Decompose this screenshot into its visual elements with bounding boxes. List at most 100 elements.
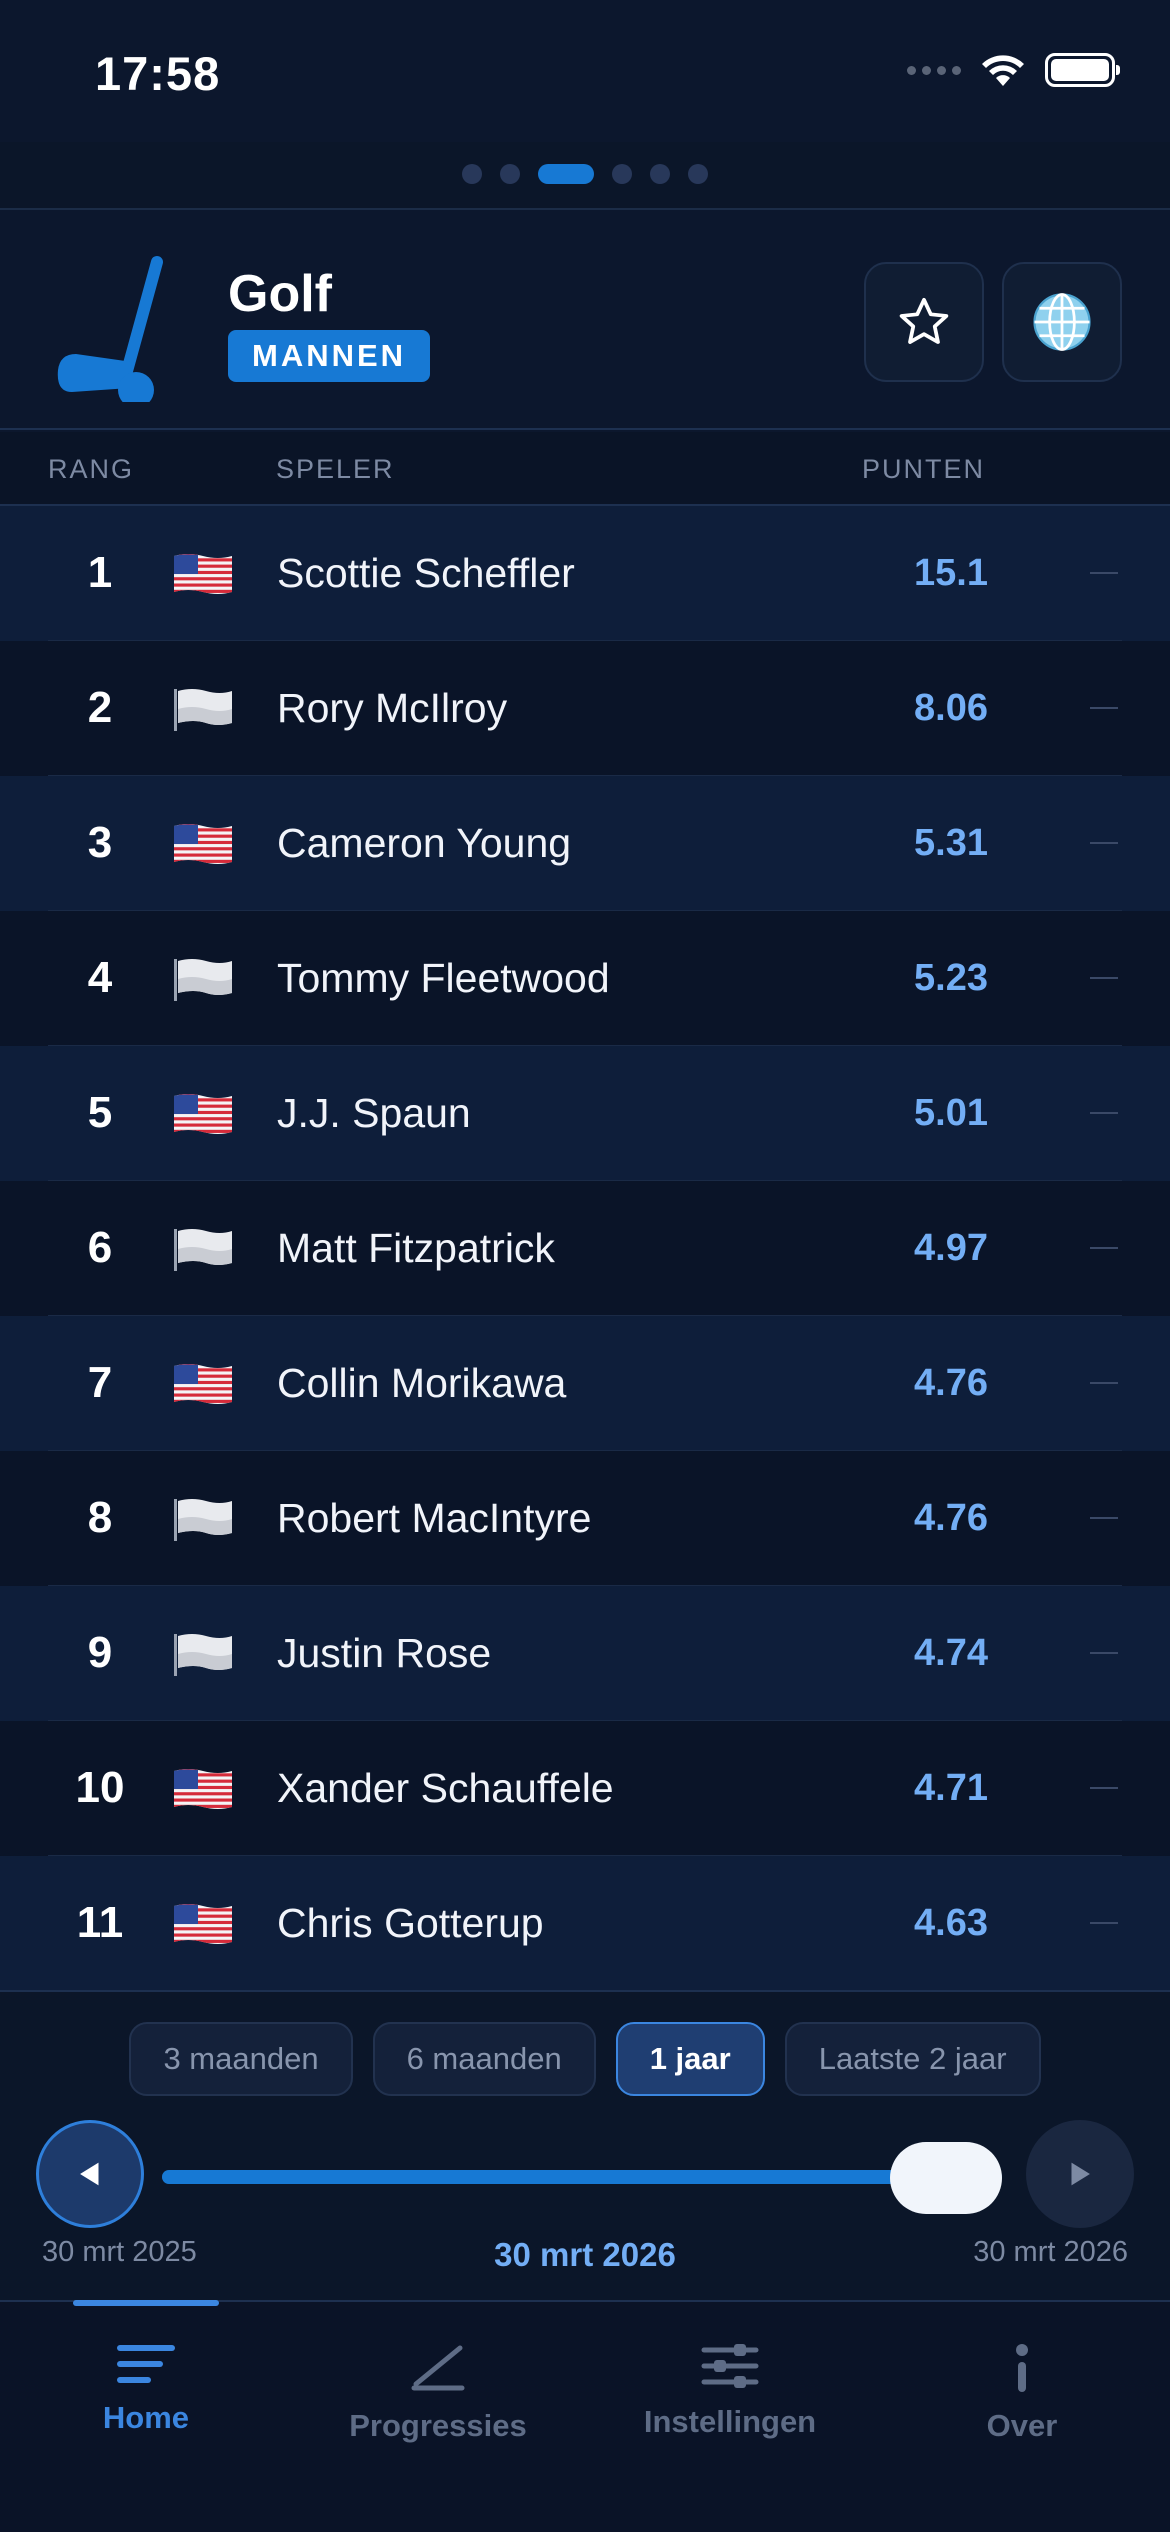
rank-number: 2 (87, 683, 113, 732)
white-flag-icon (172, 687, 234, 731)
golf-club-icon (57, 256, 163, 402)
period-panel: 3 maanden 6 maanden 1 jaar Laatste 2 jaar 3… (0, 1990, 1170, 2300)
player-points: 4.71 (914, 1767, 988, 1809)
player-name: Cameron Young (277, 820, 572, 866)
page-dot[interactable] (612, 164, 632, 184)
timeline-end-date: 30 mrt 2026 (973, 2236, 1128, 2268)
rank-number: 3 (87, 818, 113, 867)
white-flag-icon (172, 1497, 234, 1541)
info-icon (1016, 2344, 1028, 2392)
period-button[interactable]: 3 maanden (129, 2022, 353, 2096)
player-points: 5.23 (914, 957, 988, 999)
rank-number: 9 (87, 1628, 113, 1677)
period-button[interactable]: Laatste 2 jaar (784, 2022, 1041, 2096)
tab-instellingen[interactable]: Instellingen (584, 2302, 876, 2452)
tab-active-indicator (73, 2300, 219, 2306)
ranking-row[interactable]: 2 Rory McIlroy 8.06 (0, 641, 1170, 776)
ranking-row[interactable]: 10 Xander Schauffele 4.71 (0, 1721, 1170, 1856)
status-bar: 17:58 (0, 0, 1170, 142)
player-points: 4.63 (914, 1902, 988, 1944)
tab-over[interactable]: Over (876, 2302, 1168, 2452)
cellular-signal-icon (907, 65, 961, 75)
page-dot[interactable] (500, 164, 520, 184)
ranking-row[interactable]: 7 Collin Morikawa 4.76 (0, 1316, 1170, 1451)
page-dot[interactable] (462, 164, 482, 184)
ranking-row[interactable]: 4 Tommy Fleetwood 5.23 (0, 911, 1170, 1046)
page-dot[interactable] (688, 164, 708, 184)
tab-label: Over (986, 2408, 1058, 2443)
battery-icon (1045, 53, 1120, 87)
trend-indicator (1090, 1517, 1118, 1519)
player-name: Scottie Scheffler (277, 550, 575, 596)
period-button[interactable]: 6 maanden (372, 2022, 596, 2096)
ranking-row[interactable]: 11 Chris Gotterup 4.63 (0, 1856, 1170, 1991)
player-points: 4.76 (914, 1362, 988, 1404)
home-lines-icon (117, 2345, 175, 2383)
ranking-row[interactable]: 6 Matt Fitzpatrick 4.97 (0, 1181, 1170, 1316)
status-icons (907, 52, 1120, 88)
ranking-row[interactable]: 1 Scottie Scheffler 15.1 (0, 506, 1170, 641)
us-flag-icon (172, 1092, 234, 1136)
globe-icon (1033, 293, 1091, 351)
player-points: 4.97 (914, 1227, 988, 1269)
tab-label: Home (102, 2400, 190, 2435)
timeline-slider[interactable] (162, 2170, 1002, 2184)
us-flag-icon (172, 1362, 234, 1406)
globe-button[interactable] (1002, 262, 1122, 382)
trend-indicator (1090, 707, 1118, 709)
trend-indicator (1090, 842, 1118, 844)
rank-number: 5 (87, 1088, 113, 1137)
trend-indicator (1090, 1652, 1118, 1654)
previous-date-button[interactable] (36, 2120, 144, 2228)
tab-progressies[interactable]: Progressies (292, 2302, 584, 2452)
trend-indicator (1090, 977, 1118, 979)
favorite-button[interactable] (864, 262, 984, 382)
period-button[interactable]: 1 jaar (615, 2022, 765, 2096)
player-points: 15.1 (914, 552, 988, 594)
next-date-button[interactable] (1026, 2120, 1134, 2228)
player-name: Chris Gotterup (277, 1900, 544, 1946)
player-name: Matt Fitzpatrick (277, 1225, 555, 1271)
gender-badge[interactable]: MANNEN (228, 330, 431, 382)
trend-indicator (1090, 1112, 1118, 1114)
ranking-row[interactable]: 5 J.J. Spaun 5.01 (0, 1046, 1170, 1181)
page-indicator[interactable] (0, 164, 1170, 184)
ranking-row[interactable]: 3 Cameron Young 5.31 (0, 776, 1170, 911)
tab-label: Progressies (349, 2408, 527, 2443)
rank-number: 4 (87, 953, 113, 1002)
tab-home[interactable]: Home (0, 2300, 292, 2452)
rank-number: 1 (87, 548, 113, 597)
sport-header: Golf MANNEN (0, 212, 1170, 430)
period-selector: 3 maanden 6 maanden 1 jaar Laatste 2 jaar (0, 2022, 1170, 2096)
us-flag-icon (172, 1902, 234, 1946)
player-name: Robert MacIntyre (277, 1495, 592, 1541)
page-dot[interactable] (650, 164, 670, 184)
rank-number: 7 (87, 1358, 113, 1407)
trend-indicator (1090, 1922, 1118, 1924)
player-name: J.J. Spaun (277, 1090, 471, 1136)
trend-indicator (1090, 572, 1118, 574)
us-flag-icon (172, 822, 234, 866)
player-points: 5.31 (914, 822, 988, 864)
rank-column-header: RANG (48, 454, 135, 484)
us-flag-icon (172, 552, 234, 596)
timeline-slider-thumb[interactable] (890, 2142, 1002, 2214)
player-name: Collin Morikawa (277, 1360, 567, 1406)
status-time: 17:58 (95, 47, 221, 100)
rank-number: 10 (75, 1763, 125, 1812)
sliders-icon (701, 2344, 759, 2388)
page-dot-active[interactable] (538, 164, 594, 184)
wifi-icon (982, 55, 1024, 86)
trend-indicator (1090, 1247, 1118, 1249)
points-column-header: PUNTEN (862, 454, 986, 484)
ranking-row[interactable]: 8 Robert MacIntyre 4.76 (0, 1451, 1170, 1586)
us-flag-icon (172, 1767, 234, 1811)
ranking-row[interactable]: 9 Justin Rose 4.74 (0, 1586, 1170, 1721)
white-flag-icon (172, 1227, 234, 1271)
trend-indicator (1090, 1382, 1118, 1384)
player-name: Justin Rose (277, 1630, 492, 1676)
player-name: Tommy Fleetwood (277, 955, 610, 1001)
player-points: 8.06 (914, 687, 988, 729)
player-column-header: SPELER (276, 454, 395, 484)
tab-bar: Home Progressies Instellingen Over (0, 2300, 1170, 2532)
